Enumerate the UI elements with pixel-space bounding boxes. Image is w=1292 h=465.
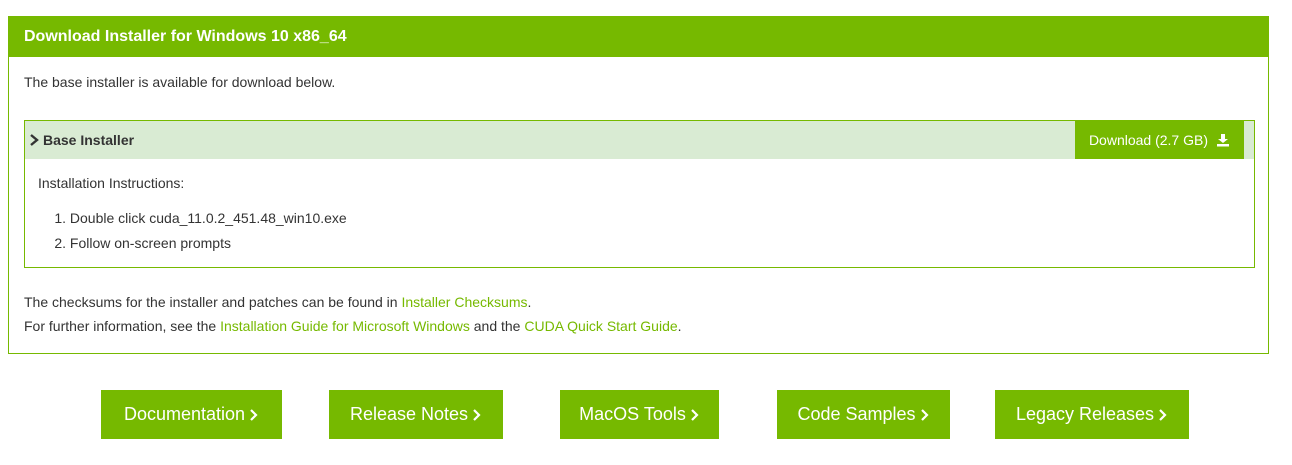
step-number: 1. — [54, 210, 66, 226]
info-text: For further information, see the — [24, 318, 221, 334]
chevron-right-icon — [1158, 408, 1168, 422]
download-button[interactable]: Download (2.7 GB) — [1074, 121, 1244, 159]
period: . — [677, 318, 682, 334]
step-number: 2. — [54, 235, 66, 251]
list-item: 2. Follow on-screen prompts — [38, 233, 347, 258]
button-label: Release Notes — [349, 404, 469, 424]
step-text: Follow on-screen prompts — [69, 235, 231, 251]
panel-title: Download Installer for Windows 10 x86_64 — [9, 17, 1268, 57]
code-samples-button[interactable]: Code Samples — [777, 390, 950, 439]
checksum-line: The checksums for the installer and patc… — [24, 290, 682, 314]
notes: The checksums for the installer and patc… — [24, 290, 682, 338]
button-label: Legacy Releases — [1015, 404, 1155, 424]
macos-tools-button[interactable]: MacOS Tools — [560, 390, 719, 439]
release-notes-button[interactable]: Release Notes — [329, 390, 503, 439]
quick-start-guide-link[interactable]: CUDA Quick Start Guide — [524, 318, 677, 334]
period: . — [527, 294, 532, 310]
step-text: Double click cuda_11.0.2_451.48_win10.ex… — [69, 210, 347, 226]
installer-checksums-link[interactable]: Installer Checksums — [401, 294, 527, 310]
download-label: Download (2.7 GB) — [1088, 132, 1208, 148]
download-icon — [1216, 133, 1230, 147]
checksum-text: The checksums for the installer and patc… — [24, 294, 402, 310]
base-installer-section: Base Installer Download (2.7 GB) Install… — [24, 120, 1255, 268]
instructions-list: 1. Double click cuda_11.0.2_451.48_win10… — [38, 208, 347, 258]
button-label: Code Samples — [797, 404, 916, 424]
info-line: For further information, see the Install… — [24, 314, 682, 338]
info-text-mid: and the — [469, 318, 525, 334]
intro-text: The base installer is available for down… — [24, 74, 336, 90]
documentation-button[interactable]: Documentation — [101, 390, 282, 439]
base-installer-toggle[interactable]: Base Installer — [25, 132, 134, 148]
chevron-right-icon — [920, 408, 930, 422]
list-item: 1. Double click cuda_11.0.2_451.48_win10… — [38, 208, 347, 233]
button-label: MacOS Tools — [579, 404, 686, 424]
chevron-right-icon — [27, 133, 41, 147]
button-label: Documentation — [123, 404, 246, 424]
installer-title: Base Installer — [43, 132, 135, 148]
chevron-right-icon — [249, 408, 259, 422]
chevron-right-icon — [472, 408, 482, 422]
chevron-right-icon — [690, 408, 700, 422]
installer-header: Base Installer Download (2.7 GB) — [25, 121, 1254, 159]
instructions-title: Installation Instructions: — [38, 175, 185, 191]
installation-guide-link[interactable]: Installation Guide for Microsoft Windows — [220, 318, 470, 334]
legacy-releases-button[interactable]: Legacy Releases — [995, 390, 1189, 439]
